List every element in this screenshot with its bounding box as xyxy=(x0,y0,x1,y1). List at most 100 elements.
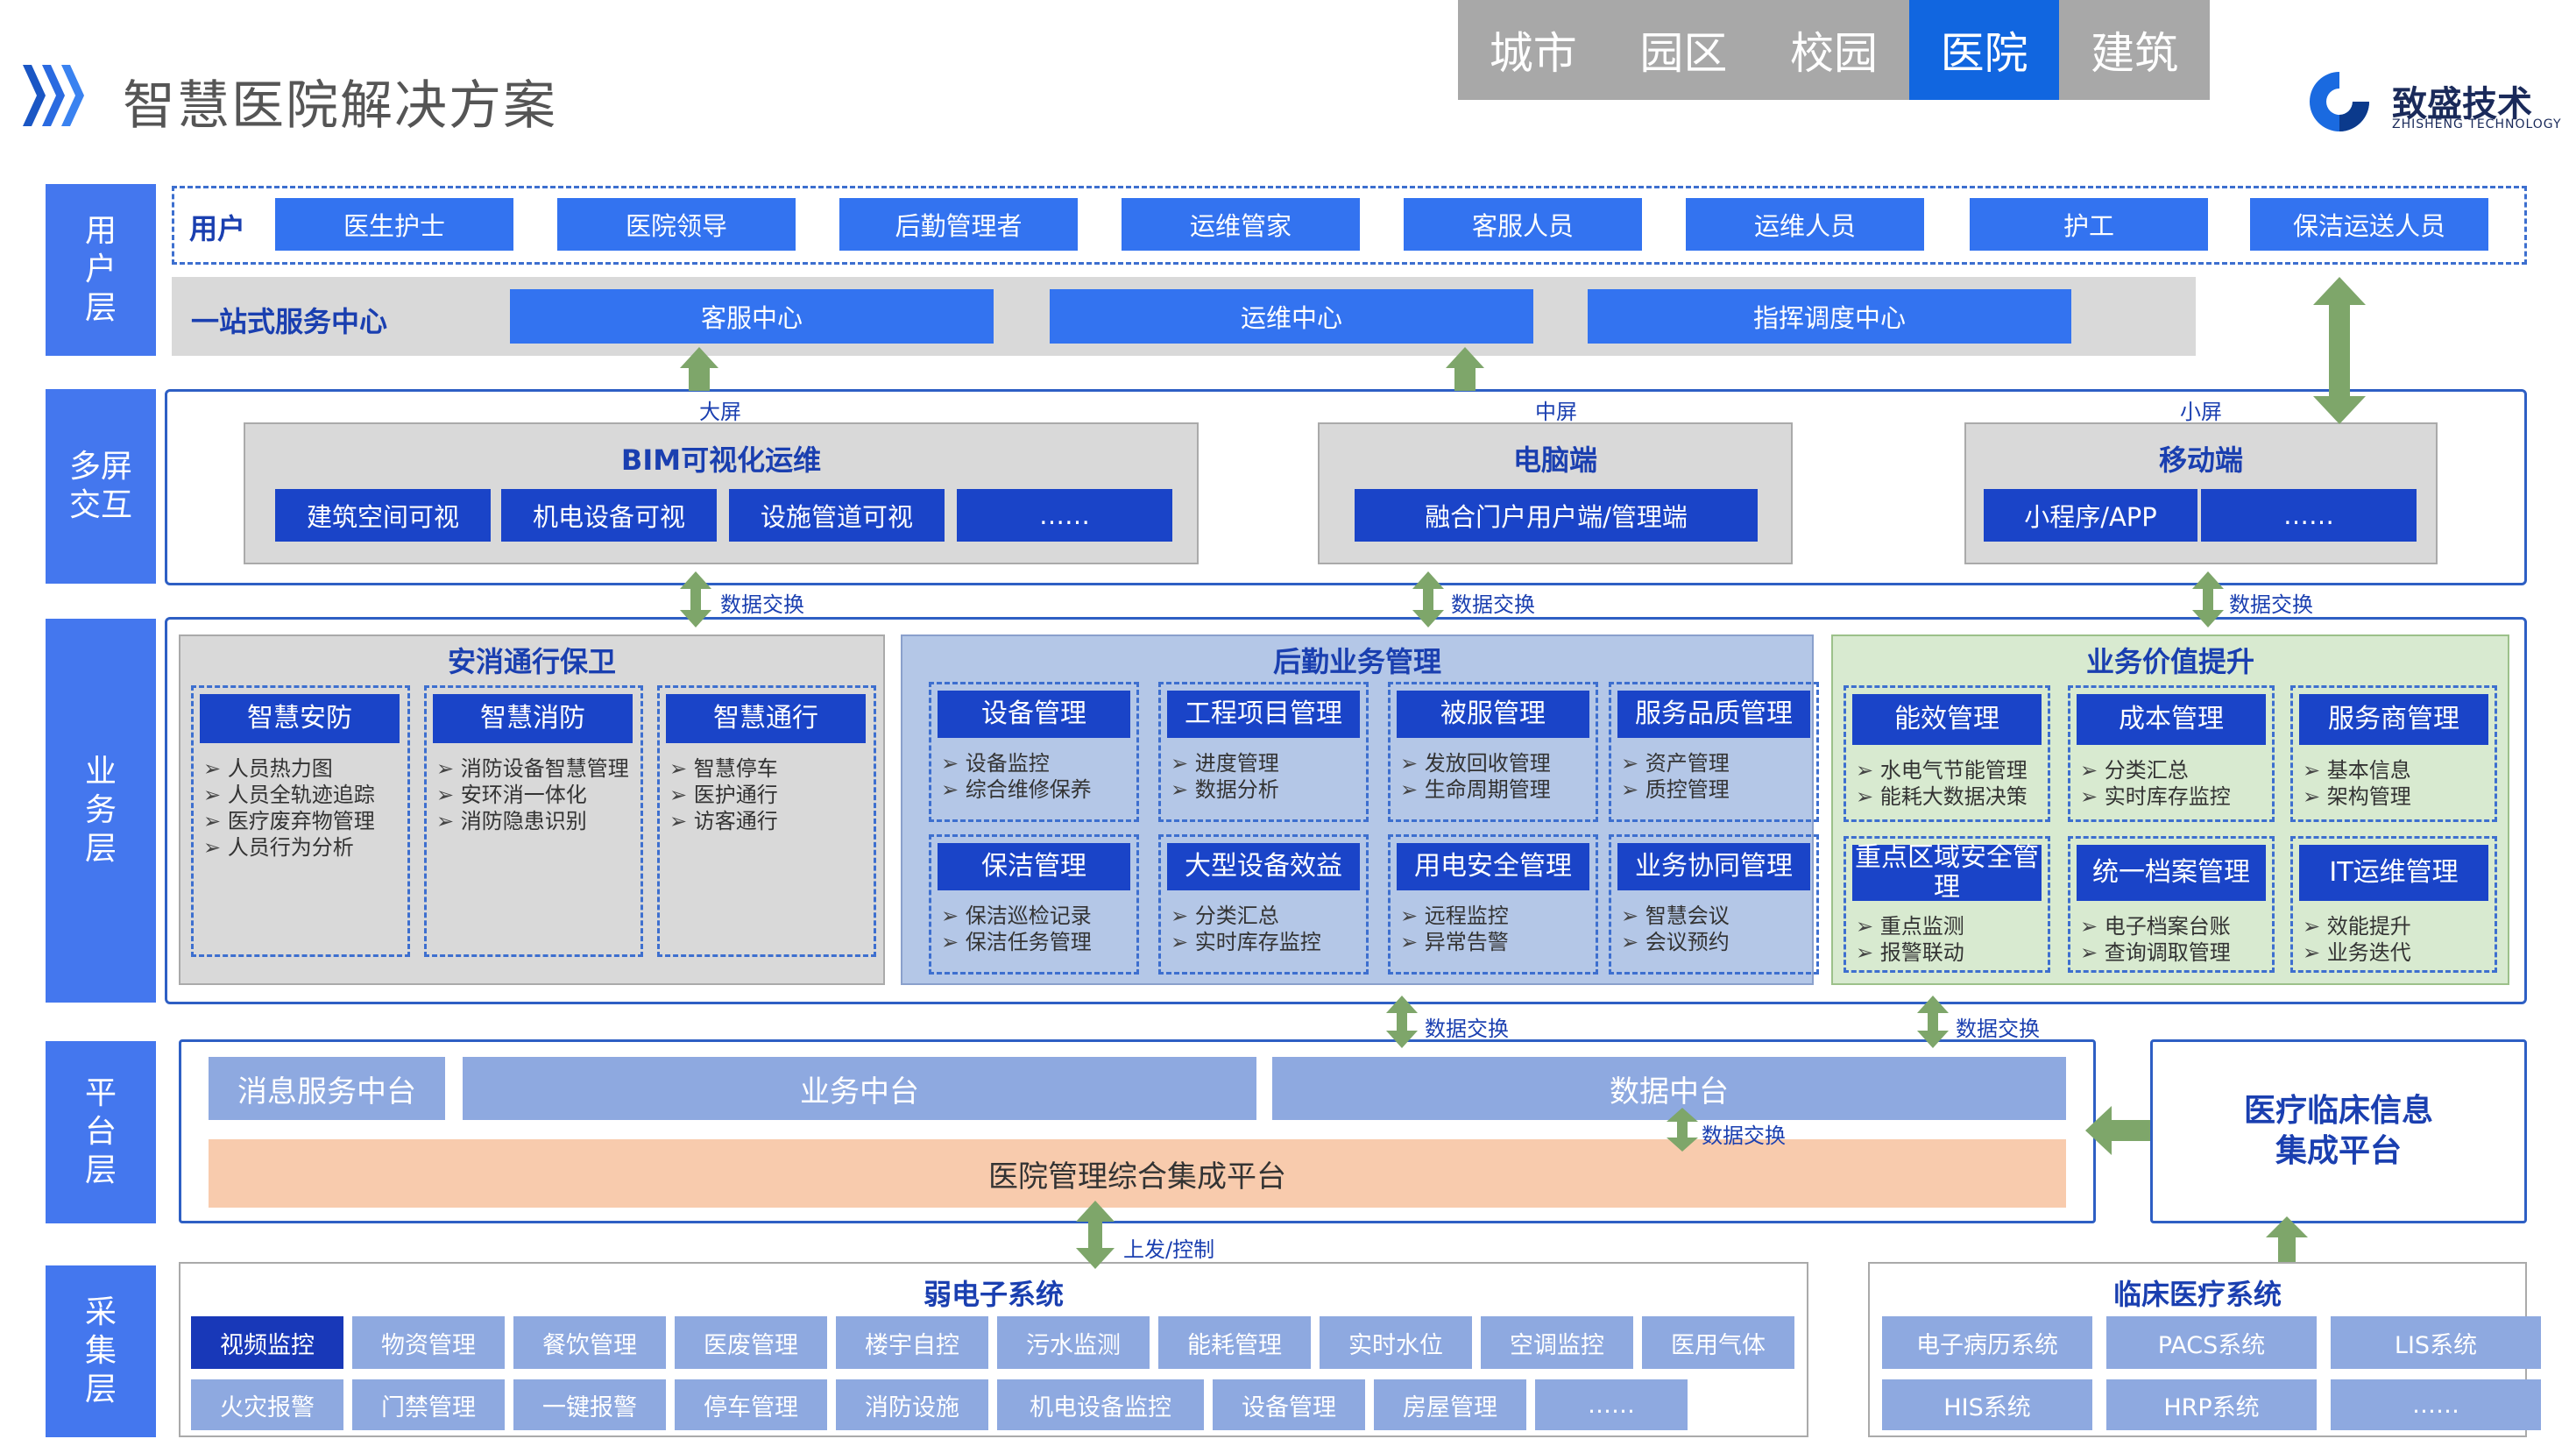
weak-system-item[interactable]: 消防设施 xyxy=(836,1379,988,1430)
user-role-button[interactable]: 医生护士 xyxy=(275,198,513,251)
business-group-list: 资产管理质控管理 xyxy=(1621,750,1810,803)
weak-system-item[interactable]: 空调监控 xyxy=(1481,1316,1633,1369)
business-group-title[interactable]: 工程项目管理 xyxy=(1167,691,1360,738)
weak-system-item[interactable]: …… xyxy=(1535,1379,1688,1430)
center-operations[interactable]: 运维中心 xyxy=(1050,289,1533,344)
business-group-item: 重点监测 xyxy=(1856,913,2042,939)
clinical-system-item[interactable]: HRP系统 xyxy=(2106,1379,2317,1430)
business-group-title[interactable]: 智慧通行 xyxy=(666,694,866,743)
weak-system-item[interactable]: 医用气体 xyxy=(1642,1316,1794,1369)
business-group-item: 分类汇总 xyxy=(2080,757,2266,783)
business-group-title[interactable]: 成本管理 xyxy=(2077,694,2266,745)
weak-system-item[interactable]: 污水监测 xyxy=(997,1316,1150,1369)
business-group-item: 智慧停车 xyxy=(669,755,867,782)
business-group-title[interactable]: 大型设备效益 xyxy=(1167,843,1360,890)
user-role-button[interactable]: 客服人员 xyxy=(1404,198,1642,251)
business-group-item: 消防设备智慧管理 xyxy=(436,755,634,782)
layer-platform: 平 台 层 xyxy=(46,1041,156,1223)
mobile-more[interactable]: …… xyxy=(2201,489,2417,542)
user-role-button[interactable]: 保洁运送人员 xyxy=(2250,198,2488,251)
business-group-list: 分类汇总实时库存监控 xyxy=(1171,903,1360,955)
business-middle-platform[interactable]: 业务中台 xyxy=(463,1057,1256,1120)
weak-system-item[interactable]: 门禁管理 xyxy=(352,1379,505,1430)
weak-system-item[interactable]: 实时水位 xyxy=(1320,1316,1472,1369)
business-group-item: 远程监控 xyxy=(1400,903,1589,929)
pc-title: 电脑端 xyxy=(1512,443,1597,477)
business-group-item: 基本信息 xyxy=(2303,757,2488,783)
center-customer-service[interactable]: 客服中心 xyxy=(510,289,994,344)
pc-portal[interactable]: 融合门户用户端/管理端 xyxy=(1355,489,1758,542)
weak-system-item[interactable]: 房屋管理 xyxy=(1374,1379,1526,1430)
weak-system-item[interactable]: 一键报警 xyxy=(513,1379,666,1430)
tab-park[interactable]: 园区 xyxy=(1609,0,1759,100)
tab-city[interactable]: 城市 xyxy=(1458,0,1609,100)
business-group-title[interactable]: 服务商管理 xyxy=(2299,694,2488,745)
business-group-list: 重点监测报警联动 xyxy=(1856,913,2042,966)
bim-item-more[interactable]: …… xyxy=(957,489,1172,542)
data-middle-platform[interactable]: 数据中台 xyxy=(1272,1057,2066,1120)
clinical-system-item[interactable]: 电子病历系统 xyxy=(1882,1316,2092,1369)
user-role-button[interactable]: 医院领导 xyxy=(557,198,796,251)
weak-system-item[interactable]: 机电设备监控 xyxy=(997,1379,1204,1430)
business-group-title[interactable]: 服务品质管理 xyxy=(1617,691,1810,738)
layer-user: 用 户 层 xyxy=(46,184,156,356)
business-group-title[interactable]: 设备管理 xyxy=(938,691,1130,738)
business-group-list: 分类汇总实时库存监控 xyxy=(2080,757,2266,810)
layer-multi-screen: 多屏 交互 xyxy=(46,389,156,584)
weak-system-item[interactable]: 设备管理 xyxy=(1213,1379,1365,1430)
logo-subtitle: ZHISHENG TECHNOLOGY xyxy=(2392,117,2562,131)
mobile-miniapp[interactable]: 小程序/APP xyxy=(1984,489,2197,542)
user-role-button[interactable]: 后勤管理者 xyxy=(839,198,1078,251)
business-group-item: 效能提升 xyxy=(2303,913,2488,939)
weak-system-item[interactable]: 视频监控 xyxy=(191,1316,343,1369)
center-dispatch[interactable]: 指挥调度中心 xyxy=(1588,289,2071,344)
tab-building[interactable]: 建筑 xyxy=(2059,0,2210,100)
weak-system-item[interactable]: 餐饮管理 xyxy=(513,1316,666,1369)
weak-system-item[interactable]: 火灾报警 xyxy=(191,1379,343,1430)
user-role-button[interactable]: 运维管家 xyxy=(1122,198,1360,251)
business-group-list: 进度管理数据分析 xyxy=(1171,750,1360,803)
business-group-item: 业务迭代 xyxy=(2303,939,2488,966)
business-group-title[interactable]: 保洁管理 xyxy=(938,843,1130,890)
bim-item-pipeline[interactable]: 设施管道可视 xyxy=(729,489,945,542)
security-title: 安消通行保卫 xyxy=(447,645,616,678)
business-group-title[interactable]: 智慧消防 xyxy=(433,694,633,743)
tab-campus[interactable]: 校园 xyxy=(1759,0,1909,100)
clinical-system-item[interactable]: …… xyxy=(2331,1379,2541,1430)
business-group-title[interactable]: 重点区域安全管理 xyxy=(1852,843,2042,903)
bim-item-space[interactable]: 建筑空间可视 xyxy=(275,489,491,542)
business-group-list: 发放回收管理生命周期管理 xyxy=(1400,750,1589,803)
weak-system-item[interactable]: 医废管理 xyxy=(675,1316,827,1369)
business-group-title[interactable]: 能效管理 xyxy=(1852,694,2042,745)
business-group-title[interactable]: 被服管理 xyxy=(1397,691,1589,738)
weak-system-item[interactable]: 能耗管理 xyxy=(1158,1316,1311,1369)
business-group-title[interactable]: 业务协同管理 xyxy=(1617,843,1810,890)
integration-platform[interactable]: 医院管理综合集成平台 xyxy=(209,1139,2066,1208)
clinical-system-item[interactable]: LIS系统 xyxy=(2331,1316,2541,1369)
clinical-system-item[interactable]: HIS系统 xyxy=(1882,1379,2092,1430)
message-middle-platform[interactable]: 消息服务中台 xyxy=(209,1057,445,1120)
business-group-item: 能耗大数据决策 xyxy=(1856,783,2042,810)
business-group-item: 水电气节能管理 xyxy=(1856,757,2042,783)
weak-system-item[interactable]: 物资管理 xyxy=(352,1316,505,1369)
exchange-label-4: 数据交换 xyxy=(1425,1017,1509,1041)
exchange-label-1: 数据交换 xyxy=(720,592,804,617)
chevron-logo-icon xyxy=(23,65,93,130)
business-group-title[interactable]: 统一档案管理 xyxy=(2077,845,2266,901)
top-nav: 城市 园区 校园 医院 建筑 xyxy=(1458,0,2210,100)
clinical-info-platform[interactable]: 医疗临床信息 集成平台 xyxy=(2150,1039,2527,1223)
business-group-title[interactable]: IT运维管理 xyxy=(2299,845,2488,901)
clinical-system-item[interactable]: PACS系统 xyxy=(2106,1316,2317,1369)
business-group-title[interactable]: 用电安全管理 xyxy=(1397,843,1589,890)
tab-hospital[interactable]: 医院 xyxy=(1908,0,2060,100)
business-group-title[interactable]: 智慧安防 xyxy=(200,694,400,743)
layer-business: 业 务 层 xyxy=(46,619,156,1003)
bim-item-mep[interactable]: 机电设备可视 xyxy=(501,489,717,542)
user-role-button[interactable]: 护工 xyxy=(1970,198,2208,251)
weak-system-item[interactable]: 楼宇自控 xyxy=(836,1316,988,1369)
bim-title: BIM可视化运维 xyxy=(620,443,822,477)
business-group-item: 异常告警 xyxy=(1400,929,1589,955)
user-role-button[interactable]: 运维人员 xyxy=(1686,198,1924,251)
business-group-list: 智慧会议会议预约 xyxy=(1621,903,1810,955)
weak-system-item[interactable]: 停车管理 xyxy=(675,1379,827,1430)
